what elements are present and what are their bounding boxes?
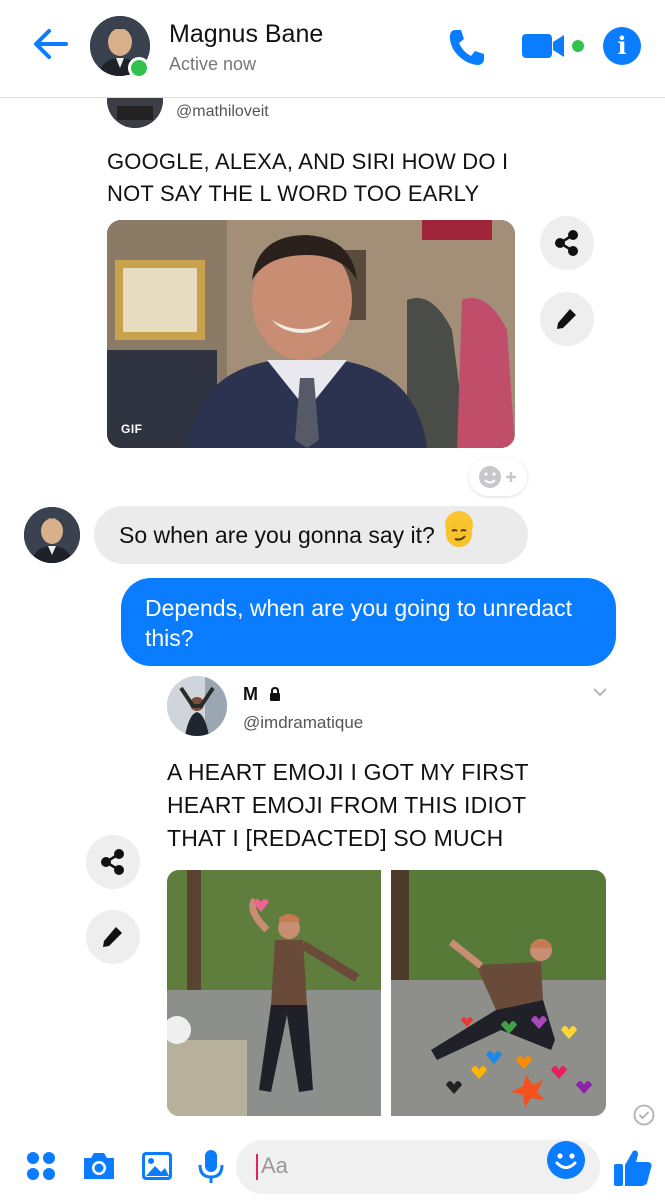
tweet-text: A HEART EMOJI I GOT MY FIRST HEART EMOJI… — [167, 759, 529, 851]
apps-grid-icon[interactable] — [22, 1148, 60, 1184]
edit-button[interactable] — [540, 292, 594, 346]
tweet-photo[interactable] — [391, 870, 606, 1116]
tweet-author-name: M — [243, 684, 282, 705]
seen-check-icon — [633, 1104, 655, 1126]
add-reaction-icon — [479, 466, 516, 488]
video-camera-icon[interactable] — [520, 30, 588, 62]
emoji-icon[interactable] — [546, 1140, 586, 1180]
info-icon[interactable]: i — [603, 27, 641, 65]
outgoing-message[interactable]: Depends, when are you going to unredact … — [121, 578, 616, 666]
message-composer: Aa — [0, 1132, 665, 1200]
pencil-icon — [103, 927, 122, 947]
add-reaction-button[interactable] — [469, 458, 527, 496]
gallery-icon[interactable] — [138, 1148, 176, 1184]
edit-button[interactable] — [86, 910, 140, 964]
thumbs-up-icon[interactable] — [612, 1146, 654, 1188]
tweet-author-name-text: M — [243, 684, 258, 704]
contact-status: Active now — [169, 54, 257, 74]
tweet-handle: @mathiloveit — [176, 103, 269, 120]
camera-icon[interactable] — [80, 1148, 118, 1184]
contact-name[interactable]: Magnus Bane — [169, 20, 323, 49]
gif-label: GIF — [121, 422, 143, 436]
tweet-author-avatar — [167, 676, 227, 736]
message-input-placeholder: Aa — [261, 1153, 288, 1178]
share-icon — [555, 230, 578, 256]
share-button[interactable] — [540, 216, 594, 270]
incoming-message-text: So when are you gonna say it? — [119, 522, 435, 548]
phone-icon[interactable] — [446, 26, 488, 68]
share-icon — [101, 849, 124, 875]
back-arrow-icon[interactable] — [30, 26, 70, 62]
online-indicator — [128, 57, 150, 79]
tweet-photo[interactable] — [167, 870, 381, 1116]
tweet-text: GOOGLE, ALEXA, AND SIRI HOW DO I NOT SAY… — [107, 149, 509, 206]
smirk-emoji-icon — [445, 511, 474, 547]
share-button[interactable] — [86, 835, 140, 889]
tweet-gif[interactable]: GIF — [107, 220, 515, 448]
incoming-message[interactable]: So when are you gonna say it? — [94, 506, 528, 564]
conversation-header: Magnus Bane Active now i — [0, 0, 665, 98]
text-cursor — [256, 1154, 258, 1180]
sender-avatar[interactable] — [24, 507, 80, 563]
tweet-handle: @imdramatique — [243, 713, 364, 732]
microphone-icon[interactable] — [192, 1148, 230, 1184]
lock-icon — [270, 687, 281, 701]
pencil-icon — [557, 309, 576, 329]
chevron-down-icon[interactable] — [592, 686, 608, 698]
